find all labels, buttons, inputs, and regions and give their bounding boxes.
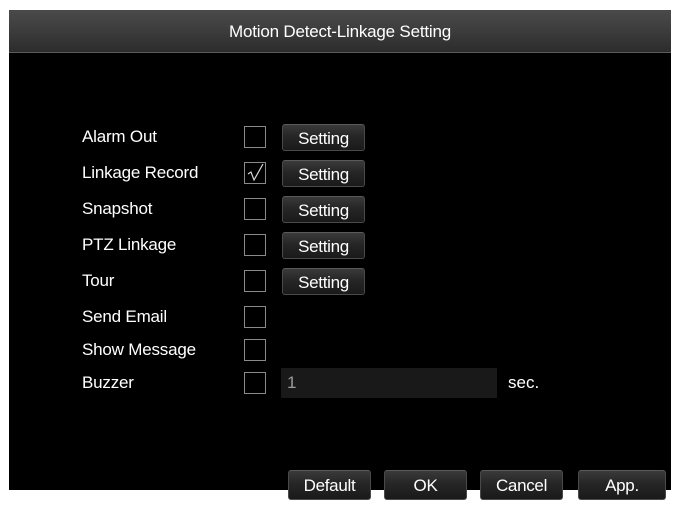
- dialog-title: Motion Detect-Linkage Setting: [229, 22, 451, 41]
- show-message-label: Show Message: [82, 340, 196, 359]
- apply-button[interactable]: App.: [578, 470, 666, 500]
- row-ptz-linkage: PTZ Linkage Setting: [9, 232, 671, 259]
- buzzer-duration-input[interactable]: 1: [281, 368, 497, 398]
- row-buzzer: Buzzer 1 sec.: [9, 368, 671, 398]
- alarm-out-checkbox[interactable]: [244, 126, 266, 148]
- linkage-record-setting-button[interactable]: Setting: [282, 160, 365, 187]
- snapshot-label: Snapshot: [82, 199, 153, 218]
- linkage-record-checkbox[interactable]: [244, 162, 266, 184]
- cancel-button[interactable]: Cancel: [480, 470, 563, 500]
- send-email-checkbox[interactable]: [244, 306, 266, 328]
- row-show-message: Show Message: [9, 337, 671, 363]
- buzzer-checkbox[interactable]: [244, 372, 266, 394]
- alarm-out-setting-button[interactable]: Setting: [282, 124, 365, 151]
- alarm-out-label: Alarm Out: [82, 127, 157, 146]
- default-button[interactable]: Default: [288, 470, 371, 500]
- ok-button[interactable]: OK: [384, 470, 467, 500]
- ptz-linkage-label: PTZ Linkage: [82, 235, 177, 254]
- buzzer-label: Buzzer: [82, 373, 134, 392]
- snapshot-checkbox[interactable]: [244, 198, 266, 220]
- row-tour: Tour Setting: [9, 268, 671, 295]
- checkmark-icon: [247, 163, 264, 182]
- row-snapshot: Snapshot Setting: [9, 196, 671, 223]
- buzzer-unit-label: sec.: [508, 373, 540, 392]
- row-send-email: Send Email: [9, 304, 671, 330]
- linkage-record-label: Linkage Record: [82, 163, 199, 182]
- row-alarm-out: Alarm Out Setting: [9, 124, 671, 151]
- title-bar: Motion Detect-Linkage Setting: [9, 10, 671, 53]
- send-email-label: Send Email: [82, 307, 167, 326]
- ptz-linkage-setting-button[interactable]: Setting: [282, 232, 365, 259]
- tour-checkbox[interactable]: [244, 270, 266, 292]
- linkage-setting-dialog: Motion Detect-Linkage Setting Alarm Out …: [9, 10, 671, 500]
- snapshot-setting-button[interactable]: Setting: [282, 196, 365, 223]
- row-linkage-record: Linkage Record Setting: [9, 160, 671, 187]
- show-message-checkbox[interactable]: [244, 339, 266, 361]
- tour-label: Tour: [82, 271, 115, 290]
- ptz-linkage-checkbox[interactable]: [244, 234, 266, 256]
- tour-setting-button[interactable]: Setting: [282, 268, 365, 295]
